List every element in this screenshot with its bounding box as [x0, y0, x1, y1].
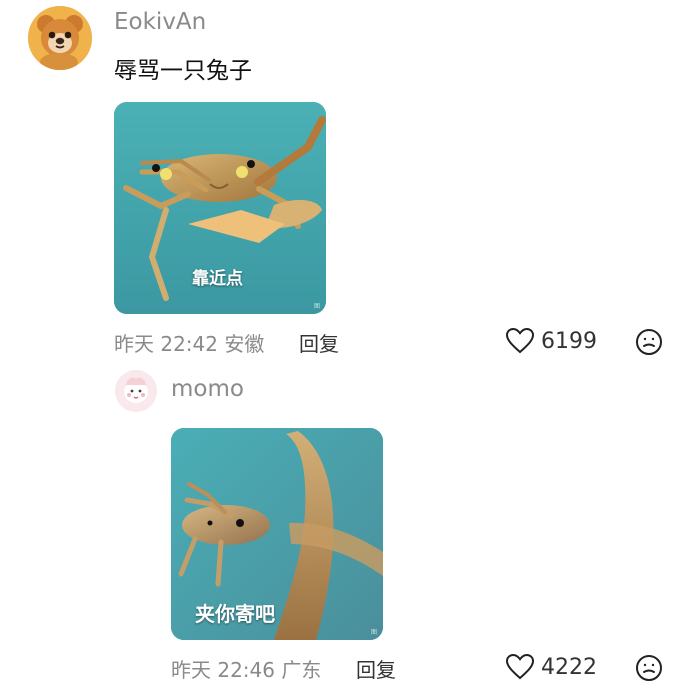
- heart-icon[interactable]: [506, 328, 534, 354]
- reply-image-watermark: 图: [370, 629, 377, 636]
- reply-like-group[interactable]: 4222: [506, 654, 597, 680]
- like-group[interactable]: 6199: [506, 328, 597, 354]
- cartoon-avatar-icon: [115, 370, 157, 412]
- image-caption: 靠近点: [192, 269, 243, 289]
- reply-image[interactable]: 夹你寄吧 图: [171, 428, 383, 640]
- user-avatar[interactable]: [28, 6, 92, 70]
- comment-image[interactable]: 靠近点 图: [114, 102, 326, 314]
- heart-icon[interactable]: [506, 654, 534, 680]
- username[interactable]: EokivAn: [114, 9, 206, 35]
- reply-avatar[interactable]: [115, 370, 157, 412]
- face-icon[interactable]: [634, 653, 664, 683]
- reply-button-2[interactable]: 回复: [356, 654, 396, 683]
- reply-image-caption: 夹你寄吧: [195, 602, 275, 626]
- comment-text: 辱骂一只兔子: [114, 58, 252, 84]
- comment-meta: 昨天 22:42 安徽: [114, 332, 265, 356]
- image-watermark: 图: [313, 303, 320, 310]
- reply-like-count: 4222: [541, 654, 597, 680]
- reply-meta: 昨天 22:46 广东: [171, 658, 322, 682]
- bear-avatar-icon: [28, 6, 92, 70]
- reply-button[interactable]: 回复: [299, 328, 339, 357]
- like-count: 6199: [541, 328, 597, 354]
- reply-username[interactable]: momo: [171, 376, 244, 402]
- face-icon[interactable]: [634, 327, 664, 357]
